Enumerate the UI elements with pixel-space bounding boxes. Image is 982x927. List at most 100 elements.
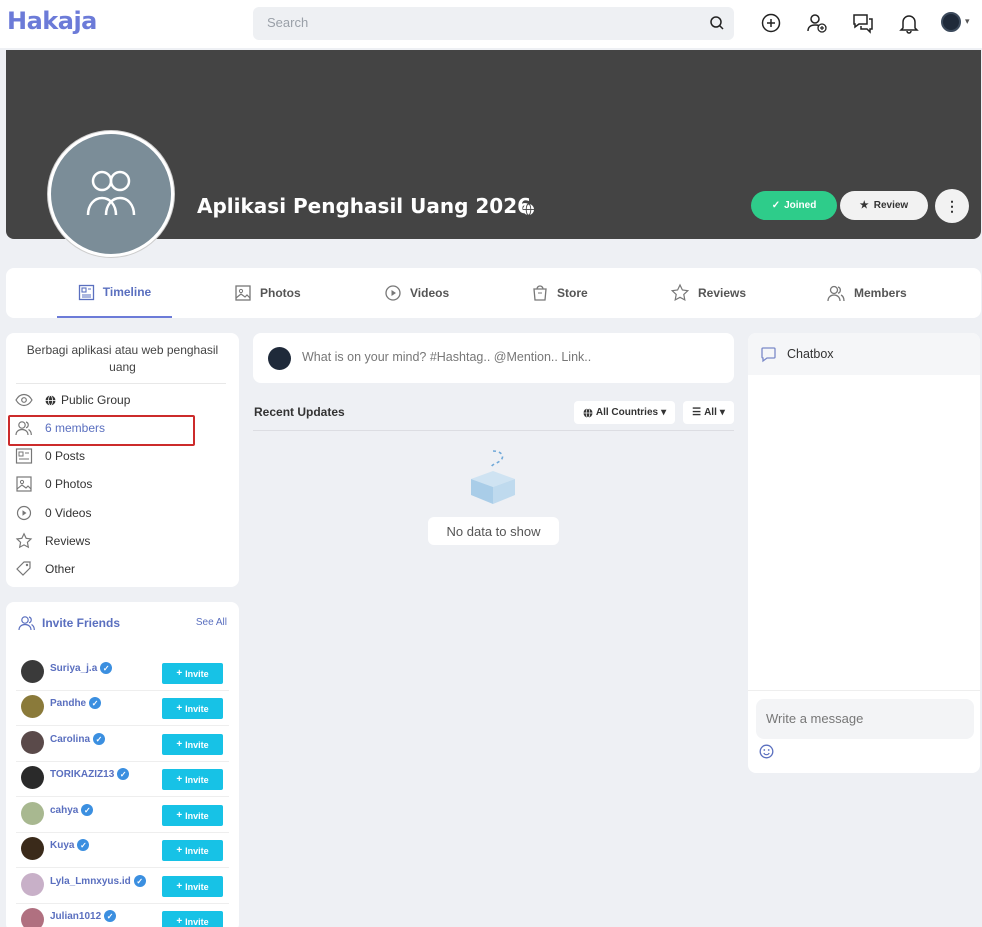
store-icon <box>533 285 547 301</box>
countries-filter-dropdown[interactable]: All Countries ▾ <box>574 401 675 424</box>
info-row-other[interactable]: Other <box>15 559 75 579</box>
friend-name[interactable]: Carolina ✓ <box>50 733 106 745</box>
recent-updates-title: Recent Updates <box>254 405 345 419</box>
members-icon <box>18 616 35 631</box>
chatbox-header[interactable]: Chatbox <box>748 333 980 375</box>
friend-name[interactable]: cahya ✓ <box>50 804 94 816</box>
group-title: Aplikasi Penghasil Uang 2026 <box>197 194 532 218</box>
friend-avatar[interactable] <box>21 766 44 789</box>
verified-badge-icon: ✓ <box>117 768 130 780</box>
friend-name-text[interactable]: Carolina <box>50 734 90 745</box>
star-icon <box>670 283 690 302</box>
friend-name[interactable]: Julian1012 ✓ <box>50 910 117 922</box>
friend-row: TORIKAZIZ13 ✓ + Invite <box>16 762 229 797</box>
friend-name[interactable]: TORIKAZIZ13 ✓ <box>50 768 130 780</box>
add-circle-icon[interactable] <box>760 12 782 34</box>
info-row-posts[interactable]: 0 Posts <box>15 446 85 466</box>
friend-row: Kuya ✓ + Invite <box>16 833 229 868</box>
type-filter-dropdown[interactable]: ☰ All ▾ <box>683 401 734 424</box>
friend-row: Julian1012 ✓ + Invite <box>16 904 229 927</box>
invite-friends-header: Invite Friends <box>18 614 120 632</box>
user-avatar[interactable] <box>941 12 961 32</box>
chevron-down-icon: ▾ <box>661 407 667 418</box>
notifications-bell-icon[interactable] <box>898 12 920 34</box>
tab-photos[interactable]: Photos <box>234 268 301 318</box>
timeline-icon <box>78 284 94 300</box>
tab-members[interactable]: Members <box>826 268 907 318</box>
add-user-icon: + <box>176 703 183 714</box>
group-avatar[interactable] <box>48 131 174 257</box>
info-label: 0 Photos <box>45 477 93 491</box>
tab-timeline[interactable]: Timeline <box>57 268 172 318</box>
chat-message-input[interactable] <box>766 711 956 726</box>
friend-name-text[interactable]: TORIKAZIZ13 <box>50 769 114 780</box>
friend-avatar[interactable] <box>21 908 44 927</box>
composer-avatar <box>268 347 291 370</box>
composer-placeholder[interactable]: What is on your mind? #Hashtag.. @Mentio… <box>302 350 591 364</box>
chevron-down-icon: ▾ <box>719 407 725 418</box>
review-button[interactable]: ★ Review <box>840 191 928 220</box>
friend-avatar[interactable] <box>21 731 44 754</box>
info-row-videos[interactable]: 0 Videos <box>15 503 91 523</box>
friend-avatar[interactable] <box>21 660 44 683</box>
eye-icon <box>15 393 33 407</box>
friend-name[interactable]: Kuya ✓ <box>50 839 90 851</box>
friend-name-text[interactable]: Pandhe <box>50 698 86 709</box>
friend-name-text[interactable]: Julian1012 <box>50 911 101 922</box>
friend-name[interactable]: Pandhe ✓ <box>50 697 102 709</box>
invite-button[interactable]: + Invite <box>162 698 223 719</box>
members-icon <box>827 285 845 302</box>
photos-icon <box>16 476 32 492</box>
tab-reviews[interactable]: Reviews <box>670 268 746 318</box>
joined-button[interactable]: ✓ Joined <box>751 191 837 220</box>
invite-button[interactable]: + Invite <box>162 805 223 826</box>
invite-button[interactable]: + Invite <box>162 769 223 790</box>
friend-name[interactable]: Suriya_j.a ✓ <box>50 662 113 674</box>
invite-button[interactable]: + Invite <box>162 734 223 755</box>
info-row-photos[interactable]: 0 Photos <box>15 474 92 494</box>
tab-label: Videos <box>410 286 450 300</box>
globe-icon <box>522 203 535 221</box>
post-composer[interactable]: What is on your mind? #Hashtag.. @Mentio… <box>253 333 734 383</box>
chevron-down-icon[interactable]: ▾ <box>965 16 970 27</box>
tab-videos[interactable]: Videos <box>384 268 449 318</box>
friend-avatar[interactable] <box>21 837 44 860</box>
invite-button-label: Invite <box>185 668 209 679</box>
search-input[interactable] <box>267 15 687 30</box>
review-label: Review <box>873 200 909 211</box>
friend-name-text[interactable]: Kuya <box>50 840 74 851</box>
info-row-privacy: Public Group <box>15 390 130 410</box>
info-label: Public Group <box>61 393 131 407</box>
friend-name-text[interactable]: Suriya_j.a <box>50 663 97 674</box>
invite-button[interactable]: + Invite <box>162 663 223 684</box>
verified-badge-icon: ✓ <box>100 662 113 674</box>
top-navbar: Hakaja ▾ <box>0 0 982 48</box>
see-all-link[interactable]: See All <box>196 617 227 628</box>
friend-avatar[interactable] <box>21 695 44 718</box>
search-icon[interactable] <box>709 15 725 36</box>
invite-friends-title: Invite Friends <box>42 616 121 630</box>
invite-button[interactable]: + Invite <box>162 876 223 897</box>
site-logo[interactable]: Hakaja <box>7 7 97 35</box>
friend-avatar[interactable] <box>21 873 44 896</box>
invite-button[interactable]: + Invite <box>162 911 223 927</box>
friend-name[interactable]: Lyla_Lmnxyus.id ✓ <box>50 875 146 887</box>
invite-button[interactable]: + Invite <box>162 840 223 861</box>
emoji-icon[interactable] <box>759 744 774 764</box>
chat-message-field[interactable] <box>756 699 974 739</box>
tab-label: Reviews <box>698 286 747 300</box>
search-bar[interactable] <box>253 7 734 40</box>
friend-avatar[interactable] <box>21 802 44 825</box>
friend-row: Lyla_Lmnxyus.id ✓ + Invite <box>16 869 229 904</box>
tab-store[interactable]: Store <box>531 268 588 318</box>
friend-name-text[interactable]: Lyla_Lmnxyus.id <box>50 876 131 887</box>
more-options-button[interactable]: ⋮ <box>935 189 969 223</box>
add-friend-icon[interactable] <box>806 12 828 34</box>
info-label: 0 Videos <box>45 506 92 520</box>
messages-icon[interactable] <box>852 12 874 34</box>
info-row-reviews[interactable]: Reviews <box>15 531 90 551</box>
info-label: Reviews <box>45 534 91 548</box>
friend-name-text[interactable]: cahya <box>50 805 78 816</box>
invite-button-label: Invite <box>185 703 209 714</box>
countries-filter-label: All Countries <box>595 407 659 418</box>
